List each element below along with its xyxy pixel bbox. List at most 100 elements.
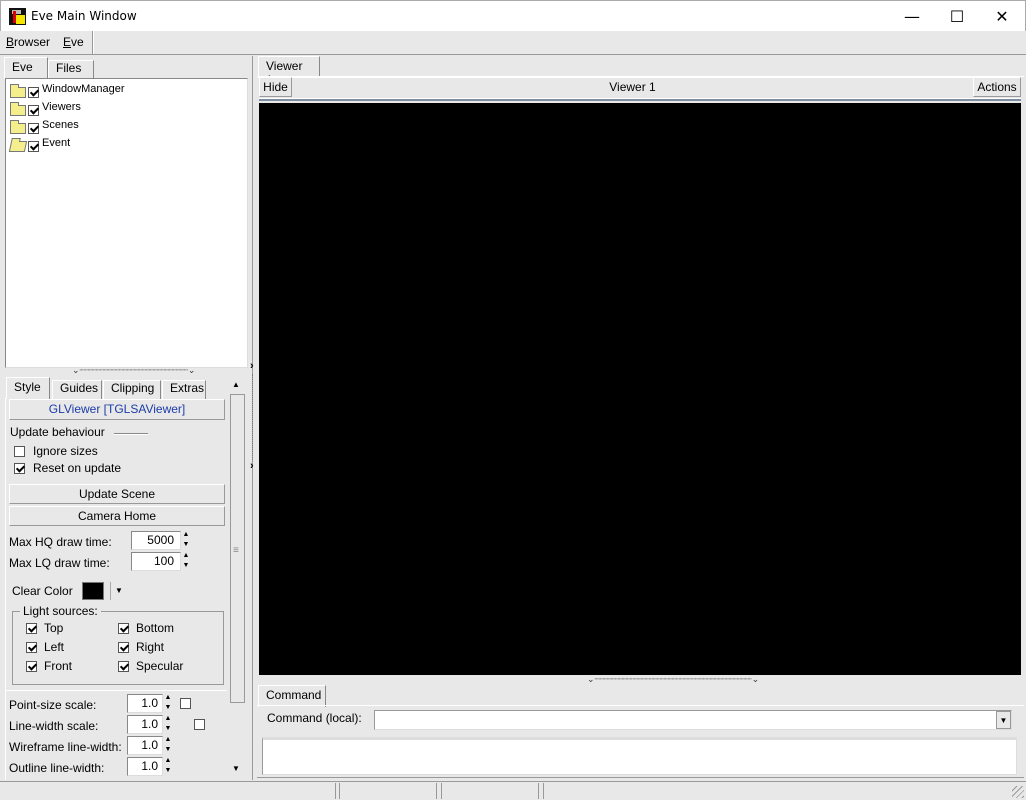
- resize-grip-icon[interactable]: [1012, 786, 1024, 798]
- light-bottom-checkbox[interactable]: Bottom: [118, 621, 174, 635]
- scroll-down-icon[interactable]: ▼: [232, 764, 240, 773]
- tab-style-label: Style: [14, 380, 41, 394]
- tree-item-checkbox[interactable]: [28, 122, 39, 134]
- light-left-box[interactable]: [26, 641, 37, 653]
- tab-guides-label: Guides: [60, 381, 99, 395]
- light-top-box[interactable]: [26, 622, 37, 634]
- update-scene-button[interactable]: Update Scene: [9, 484, 225, 504]
- spin-up-icon[interactable]: ▲: [165, 694, 172, 702]
- scrollbar-thumb[interactable]: ≡: [230, 394, 245, 703]
- light-top-checkbox[interactable]: Top: [26, 621, 63, 635]
- reset-on-update-checkbox[interactable]: Reset on update: [14, 461, 121, 475]
- max-hq-spinner[interactable]: ▲ ▼: [181, 531, 191, 549]
- minimize-button[interactable]: —: [889, 1, 935, 32]
- ignore-sizes-box[interactable]: [14, 445, 25, 457]
- hide-button[interactable]: Hide: [259, 77, 292, 97]
- tab-eve-label: Eve: [12, 60, 33, 74]
- light-front-checkbox[interactable]: Front: [26, 659, 72, 673]
- ignore-sizes-checkbox[interactable]: Ignore sizes: [14, 444, 98, 458]
- object-name-button[interactable]: GLViewer [TGLSAViewer]: [9, 399, 225, 420]
- tab-extras[interactable]: Extras: [162, 380, 206, 400]
- command-input[interactable]: [374, 710, 1012, 730]
- spin-up-icon[interactable]: ▲: [165, 736, 172, 744]
- left-splitter-handle[interactable]: ⌄┈┈┈┈┈┈┈┈┈┈┈┈┈┈┈┈┈┈┈┈⌄: [72, 365, 195, 376]
- tree-item-checkbox[interactable]: [28, 104, 39, 116]
- tree-item[interactable]: Event: [8, 137, 70, 155]
- reset-on-update-box[interactable]: [14, 462, 25, 474]
- outline-line-width-spinner[interactable]: ▲ ▼: [163, 757, 173, 775]
- maximize-button[interactable]: ☐: [934, 1, 980, 32]
- command-history-dropdown[interactable]: ▼: [996, 711, 1011, 729]
- tree-item[interactable]: Scenes: [10, 119, 79, 137]
- command-output[interactable]: [262, 737, 1017, 775]
- max-lq-input[interactable]: 100: [131, 552, 181, 571]
- close-button[interactable]: ✕: [979, 1, 1025, 32]
- clear-color-swatch[interactable]: [82, 582, 104, 600]
- folder-open-icon: [8, 140, 28, 152]
- point-size-scale-checkbox[interactable]: [180, 698, 191, 709]
- point-size-scale-input[interactable]: 1.0: [127, 694, 163, 713]
- tree-item-checkbox[interactable]: [28, 86, 39, 98]
- tab-guides[interactable]: Guides: [52, 380, 102, 400]
- camera-home-button[interactable]: Camera Home: [9, 506, 225, 526]
- status-bar: [0, 781, 1026, 800]
- tab-files[interactable]: Files: [48, 60, 94, 80]
- outline-line-width-input[interactable]: 1.0: [127, 757, 163, 776]
- viewer-splitter-handle[interactable]: ⌄┈┈┈┈┈┈┈┈┈┈┈┈┈┈┈┈┈┈┈┈┈┈┈┈┈┈┈┈┈⌄: [587, 674, 759, 685]
- tab-style[interactable]: Style: [6, 377, 50, 399]
- light-front-box[interactable]: [26, 660, 37, 672]
- actions-button[interactable]: Actions: [973, 77, 1021, 97]
- tab-eve[interactable]: Eve: [4, 57, 48, 79]
- spin-down-icon[interactable]: ▼: [165, 704, 172, 712]
- spin-down-icon[interactable]: ▼: [183, 541, 190, 549]
- spin-up-icon[interactable]: ▲: [183, 531, 190, 539]
- clear-color-dropdown[interactable]: ▼: [110, 582, 123, 600]
- tab-viewer-1[interactable]: Viewer 1: [258, 56, 320, 87]
- editor-scrollbar[interactable]: ▲ ≡ ▼: [229, 380, 246, 777]
- light-specular-box[interactable]: [118, 660, 129, 672]
- line-width-scale-checkbox[interactable]: [194, 719, 206, 730]
- tree-item[interactable]: Viewers: [10, 101, 81, 119]
- light-right-box[interactable]: [118, 641, 129, 653]
- menu-browser-mnemonic: B: [6, 35, 15, 49]
- tree-item[interactable]: WindowManager: [10, 83, 125, 101]
- spin-up-icon[interactable]: ▲: [165, 757, 172, 765]
- tree-item-checkbox[interactable]: [28, 140, 39, 152]
- spin-down-icon[interactable]: ▼: [165, 725, 172, 733]
- light-specular-checkbox[interactable]: Specular: [118, 659, 183, 673]
- line-width-scale-input[interactable]: 1.0: [127, 715, 163, 734]
- line-width-scale-spinner[interactable]: ▲ ▼: [163, 715, 173, 733]
- menu-eve-mnemonic: E: [63, 35, 72, 49]
- menu-separator: [92, 31, 94, 54]
- tab-files-label: Files: [56, 61, 82, 75]
- spin-down-icon[interactable]: ▼: [165, 767, 172, 775]
- menu-browser[interactable]: Browser: [6, 35, 50, 49]
- tab-command[interactable]: Command: [258, 685, 326, 707]
- max-lq-spinner[interactable]: ▲ ▼: [181, 552, 191, 570]
- splitter-arrow-icon: ›: [250, 360, 254, 372]
- light-bottom-box[interactable]: [118, 622, 129, 634]
- spin-down-icon[interactable]: ▼: [183, 562, 190, 570]
- vertical-splitter-handle[interactable]: › ›: [249, 360, 255, 476]
- menu-eve[interactable]: Eve: [63, 35, 84, 49]
- wireframe-line-width-spinner[interactable]: ▲ ▼: [163, 736, 173, 754]
- spin-down-icon[interactable]: ▼: [165, 746, 172, 754]
- eve-tree[interactable]: WindowManager Viewers Scenes Event: [5, 78, 248, 368]
- max-lq-value: 100: [153, 554, 174, 568]
- line-width-scale-value: 1.0: [141, 717, 158, 731]
- grip-icon: ≡: [233, 545, 239, 556]
- tab-clipping[interactable]: Clipping: [103, 380, 161, 400]
- spin-up-icon[interactable]: ▲: [183, 552, 190, 560]
- viewer-title-bar[interactable]: Viewer 1: [292, 77, 973, 97]
- max-hq-input[interactable]: 5000: [131, 531, 181, 550]
- light-right-checkbox[interactable]: Right: [118, 640, 164, 654]
- gl-viewer-canvas[interactable]: [259, 103, 1021, 675]
- viewer-title-underline: [259, 98, 1021, 101]
- wireframe-line-width-input[interactable]: 1.0: [127, 736, 163, 755]
- light-right-label: Right: [136, 640, 165, 654]
- spin-up-icon[interactable]: ▲: [165, 715, 172, 723]
- point-size-scale-spinner[interactable]: ▲ ▼: [163, 694, 173, 712]
- scroll-up-icon[interactable]: ▲: [232, 380, 240, 389]
- light-left-checkbox[interactable]: Left: [26, 640, 64, 654]
- light-sources-label: Light sources:: [20, 604, 101, 618]
